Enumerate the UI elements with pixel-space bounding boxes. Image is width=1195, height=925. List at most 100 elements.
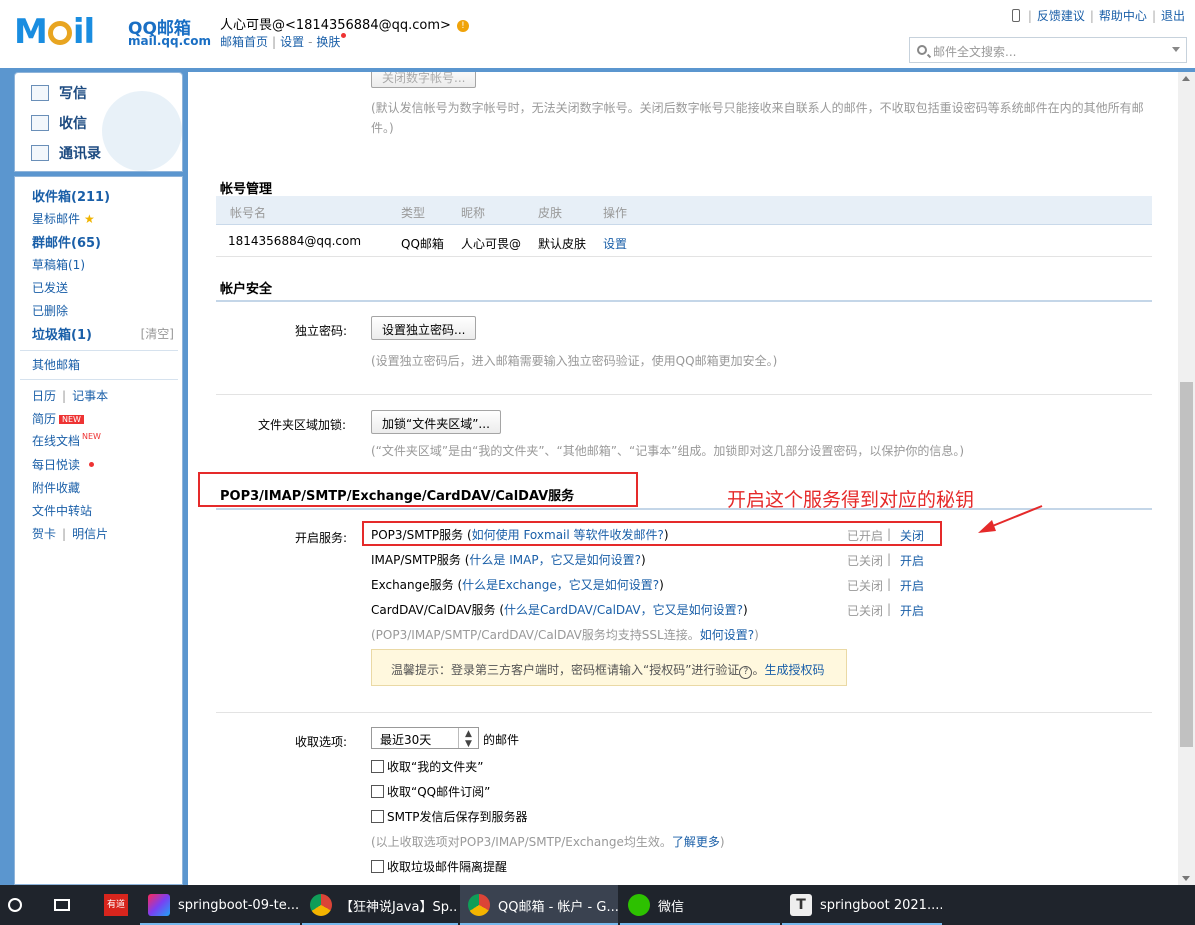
- sidebar-actions: 写信 收信 通讯录: [14, 72, 183, 172]
- feedback-link[interactable]: 反馈建议: [1037, 9, 1085, 23]
- sidebar-nav: 收件箱(211) 星标邮件 ★ 群邮件(65) 草稿箱(1) 已发送 已删除 垃圾…: [14, 176, 183, 885]
- sidebar-item-docs[interactable]: 在线文档 NEW: [32, 432, 101, 449]
- sidebar-item-deleted[interactable]: 已删除: [32, 302, 68, 319]
- receive-button[interactable]: 收信: [31, 113, 87, 133]
- scroll-down-icon[interactable]: [1182, 876, 1190, 881]
- qq-mail-logo[interactable]: Mil QQ邮箱 mail.qq.com: [14, 12, 234, 52]
- notification-dot: [341, 33, 347, 38]
- sidebar-item-transfer[interactable]: 文件中转站: [32, 502, 92, 519]
- option-smtp-save[interactable]: SMTP发信后保存到服务器: [371, 808, 528, 825]
- highlight-box-pop3: [362, 521, 942, 546]
- exchange-help-link[interactable]: 什么是Exchange，它又是如何设置?: [462, 578, 659, 592]
- receive-label: 收信: [59, 116, 87, 132]
- checkbox[interactable]: [371, 810, 384, 823]
- taskbar-youdao[interactable]: 有道: [96, 885, 136, 925]
- imap-help-link[interactable]: 什么是 IMAP，它又是如何设置?: [469, 553, 641, 567]
- taskbar-chrome-2[interactable]: QQ邮箱 - 帐户 - G...: [460, 885, 618, 925]
- folder-lock-button[interactable]: 加锁“文件夹区域”...: [371, 410, 501, 434]
- receive-suffix: 的邮件: [483, 733, 520, 747]
- receive-range-select[interactable]: 最近30天 ▲ ▼: [371, 727, 479, 749]
- start-button[interactable]: [0, 885, 30, 925]
- checkbox[interactable]: [371, 860, 384, 873]
- contacts-label: 通讯录: [59, 146, 101, 162]
- option-qq-subscription[interactable]: 收取“QQ邮件订阅”: [371, 783, 490, 800]
- nav-settings-link[interactable]: 设置: [280, 35, 304, 49]
- divider: [216, 712, 1152, 713]
- sidebar-item-daily[interactable]: 每日悦读: [32, 456, 95, 473]
- help-icon[interactable]: ?: [739, 666, 753, 679]
- nav-home-link[interactable]: 邮箱首页: [220, 35, 268, 49]
- warning-icon[interactable]: !: [456, 20, 469, 32]
- carddav-status: 已关闭: [847, 604, 884, 618]
- sidebar-item-postcard[interactable]: 明信片: [72, 527, 108, 541]
- account-settings-link[interactable]: 设置: [603, 235, 627, 252]
- ssl-help-link[interactable]: 如何设置?: [700, 628, 754, 642]
- exchange-open-link[interactable]: 开启: [900, 577, 924, 594]
- resume-label: 简历: [32, 412, 57, 426]
- sidebar-item-sent[interactable]: 已发送: [32, 279, 68, 296]
- account-email: 1814356884@qq.com: [228, 234, 362, 248]
- ssl-note: (POP3/IMAP/SMTP/CardDAV/CalDAV服务均支持SSL连接…: [371, 628, 759, 642]
- annotation-text: 开启这个服务得到对应的秘钥: [727, 489, 975, 511]
- search-input[interactable]: 邮件全文搜索...: [909, 37, 1187, 63]
- sidebar-item-resume[interactable]: 简历 NEW: [32, 410, 84, 427]
- col-skin: 皮肤: [538, 206, 563, 220]
- learn-more-link[interactable]: 了解更多: [672, 835, 720, 849]
- compose-button[interactable]: 写信: [31, 83, 87, 103]
- carddav-help-link[interactable]: 什么是CardDAV/CalDAV，它又是如何设置?: [504, 603, 743, 617]
- typora-icon: T: [790, 894, 812, 916]
- sidebar-item-notebook[interactable]: 记事本: [72, 389, 108, 403]
- sidebar-item-cards[interactable]: 贺卡: [32, 527, 56, 541]
- sidebar-item-attachments[interactable]: 附件收藏: [32, 479, 80, 496]
- sidebar-item-group[interactable]: 群邮件(65): [32, 232, 101, 251]
- close-digital-account-button[interactable]: 关闭数字帐号...: [371, 72, 477, 88]
- sidebar-row-calendar: 日历 | 记事本: [32, 389, 109, 403]
- wechat-icon: [628, 894, 650, 916]
- help-link[interactable]: 帮助中心: [1099, 9, 1147, 23]
- logout-link[interactable]: 退出: [1161, 9, 1185, 23]
- auth-code-tip: 温馨提示：登录第三方客户端时，密码框请输入“授权码”进行验证? 。生成授权码: [371, 649, 847, 686]
- taskbar-intellij[interactable]: springboot-09-te...: [140, 885, 300, 925]
- sidebar-item-drafts[interactable]: 草稿箱(1): [32, 256, 85, 273]
- option-my-folders[interactable]: 收取“我的文件夹”: [371, 758, 483, 775]
- highlight-box-section: [198, 472, 638, 507]
- option-spam-alert[interactable]: 收取垃圾邮件隔离提醒: [371, 858, 507, 875]
- chevron-down-icon[interactable]: [1172, 47, 1180, 52]
- chrome-icon: [310, 894, 332, 916]
- account-table-header: 帐号名 类型 昵称 皮肤 操作: [216, 196, 1152, 225]
- password-note: (设置独立密码后，进入邮箱需要输入独立密码验证，使用QQ邮箱更加安全。): [371, 354, 778, 368]
- sidebar-item-other-mail[interactable]: 其他邮箱: [32, 356, 80, 373]
- generate-auth-code-link[interactable]: 生成授权码: [764, 663, 824, 677]
- vertical-scrollbar[interactable]: [1178, 72, 1195, 885]
- top-header: Mil QQ邮箱 mail.qq.com 人心可畏@<1814356884@qq…: [0, 0, 1195, 68]
- scroll-thumb[interactable]: [1180, 382, 1193, 747]
- daily-label: 每日悦读: [32, 458, 81, 472]
- sidebar-item-spam[interactable]: 垃圾箱(1): [32, 324, 92, 343]
- contacts-button[interactable]: 通讯录: [31, 143, 101, 163]
- taskbar-wechat[interactable]: 微信: [620, 885, 780, 925]
- user-name: 人心可畏@<1814356884@qq.com>: [220, 18, 451, 33]
- task-view-button[interactable]: [44, 885, 80, 925]
- sidebar-item-calendar[interactable]: 日历: [32, 389, 56, 403]
- taskbar-typora[interactable]: Tspringboot 2021....: [782, 885, 942, 925]
- taskbar-chrome-1[interactable]: 【狂神说Java】Sp...: [302, 885, 458, 925]
- windows-taskbar: 有道 springboot-09-te... 【狂神说Java】Sp... QQ…: [0, 885, 1195, 925]
- carddav-open-link[interactable]: 开启: [900, 602, 924, 619]
- phone-icon[interactable]: [1011, 9, 1020, 22]
- checkbox[interactable]: [371, 760, 384, 773]
- scroll-up-icon[interactable]: [1182, 76, 1190, 81]
- unread-dot: [89, 462, 95, 467]
- set-password-button[interactable]: 设置独立密码...: [371, 316, 477, 340]
- nav-skin-link[interactable]: 换肤: [316, 35, 340, 49]
- imap-status: 已关闭: [847, 554, 884, 568]
- empty-spam-link[interactable]: [清空]: [141, 325, 174, 342]
- sidebar-item-starred[interactable]: 星标邮件 ★: [32, 210, 95, 227]
- receive-options-label: 收取选项:: [295, 735, 348, 749]
- checkbox[interactable]: [371, 785, 384, 798]
- sidebar-item-inbox[interactable]: 收件箱(211): [32, 186, 110, 205]
- taskbar-label: springboot-09-te...: [178, 897, 300, 913]
- imap-open-link[interactable]: 开启: [900, 552, 924, 569]
- service-name-exchange: Exchange服务 (什么是Exchange，它又是如何设置?): [371, 578, 664, 592]
- taskbar-label: springboot 2021....: [820, 897, 942, 913]
- account-type: QQ邮箱: [401, 237, 444, 251]
